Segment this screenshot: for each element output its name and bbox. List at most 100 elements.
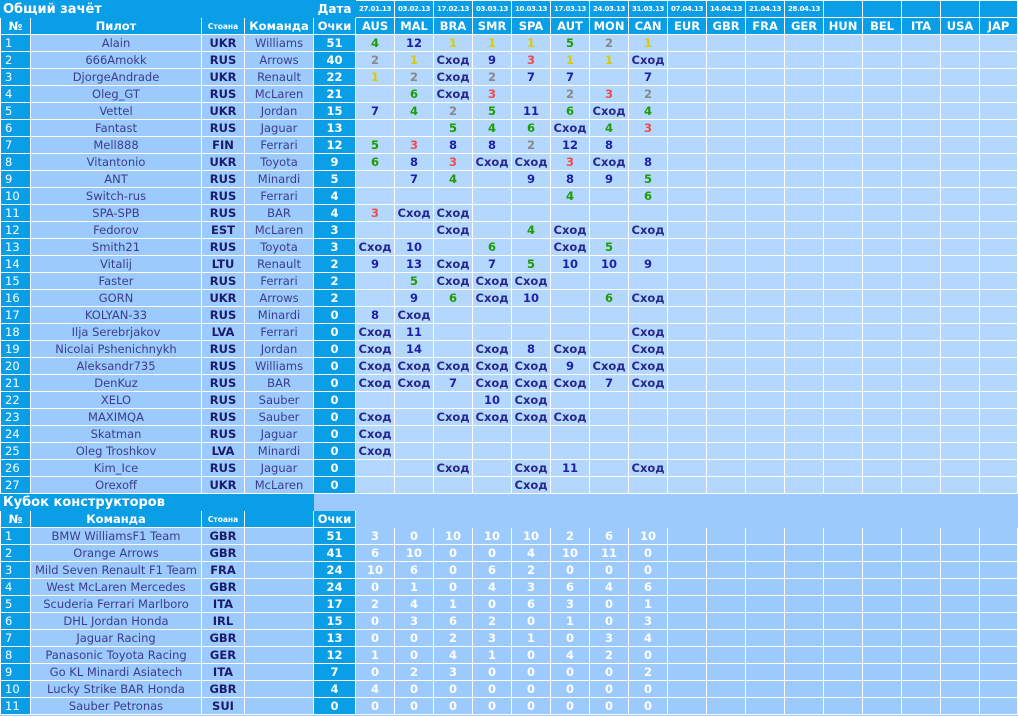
driver-name[interactable]: Faster <box>30 272 202 290</box>
race-header-eur[interactable]: EUR <box>667 17 708 35</box>
constructor-name[interactable]: Go KL Minardi Asiatech <box>30 663 202 681</box>
constructor-country: ITA <box>201 595 245 613</box>
driver-name[interactable]: GORN <box>30 289 202 307</box>
driver-name[interactable]: Mell888 <box>30 136 202 154</box>
race-result <box>394 221 435 239</box>
constructor-race-points: 0 <box>550 697 591 715</box>
constructor-race-points: 0 <box>628 561 669 579</box>
col-header-team[interactable]: Команда <box>243 17 315 35</box>
race-result <box>862 85 903 103</box>
driver-name[interactable]: Oleg_GT <box>30 85 202 103</box>
constructor-race-points: 0 <box>589 697 630 715</box>
constructor-name[interactable]: Sauber Petronas <box>30 697 202 715</box>
race-date <box>862 0 903 18</box>
driver-name[interactable]: Alain <box>30 34 202 52</box>
constructor-name[interactable]: Scuderia Ferrari Marlboro <box>30 595 202 613</box>
constructor-race-points: 6 <box>511 595 552 613</box>
driver-name[interactable]: Fantast <box>30 119 202 137</box>
race-header-can[interactable]: CAN <box>628 17 669 35</box>
driver-name[interactable]: Vettel <box>30 102 202 120</box>
driver-name[interactable]: XELO <box>30 391 202 409</box>
race-header-aus[interactable]: AUS <box>355 17 396 35</box>
race-result <box>472 425 513 443</box>
race-result <box>745 187 786 205</box>
race-header-spa[interactable]: SPA <box>511 17 552 35</box>
driver-team: McLaren <box>243 85 315 103</box>
driver-name[interactable]: Aleksandr735 <box>30 357 202 375</box>
constructor-race-points <box>784 697 825 715</box>
race-header-usa[interactable]: USA <box>940 17 981 35</box>
constructor-name[interactable]: Orange Arrows <box>30 544 202 562</box>
constructor-race-points: 4 <box>550 646 591 664</box>
driver-name[interactable]: SPA-SPB <box>30 204 202 222</box>
race-result <box>511 306 552 324</box>
driver-name[interactable]: KOLYAN-33 <box>30 306 202 324</box>
constructor-name[interactable]: BMW WilliamsF1 Team <box>30 527 202 545</box>
constructor-name[interactable]: Jaguar Racing <box>30 629 202 647</box>
race-result: 6 <box>511 119 552 137</box>
constructor-name[interactable]: Panasonic Toyota Racing <box>30 646 202 664</box>
overall-header-row: № Пилот Стоана Команда Очки AUS MAL BRA SMR SPA AU… <box>0 17 1018 35</box>
driver-name[interactable]: Oleg Troshkov <box>30 442 202 460</box>
constructor-race-points <box>940 578 981 596</box>
col-header-team[interactable]: Команда <box>30 510 202 528</box>
constructor-race-points <box>979 646 1018 664</box>
race-date: 10.03.13 <box>511 0 552 18</box>
race-header-jap[interactable]: JAP <box>979 17 1018 35</box>
race-result <box>706 204 747 222</box>
race-header-aut[interactable]: AUT <box>550 17 591 35</box>
driver-name[interactable]: DenKuz <box>30 374 202 392</box>
constructor-name[interactable]: DHL Jordan Honda <box>30 612 202 630</box>
race-header-mon[interactable]: MON <box>589 17 630 35</box>
driver-name[interactable]: Kim_Ice <box>30 459 202 477</box>
driver-name[interactable]: Fedorov <box>30 221 202 239</box>
driver-name[interactable]: Vitantonio <box>30 153 202 171</box>
driver-points: 2 <box>313 272 357 290</box>
race-header-bra[interactable]: BRA <box>433 17 474 35</box>
driver-name[interactable]: Switch-rus <box>30 187 202 205</box>
col-header-points[interactable]: Очки <box>313 510 357 528</box>
race-header-hun[interactable]: HUN <box>823 17 864 35</box>
race-header-ita[interactable]: ITA <box>901 17 942 35</box>
race-result <box>823 442 864 460</box>
constructor-name[interactable]: Mild Seven Renault F1 Team <box>30 561 202 579</box>
race-header-bel[interactable]: BEL <box>862 17 903 35</box>
driver-name[interactable]: Skatman <box>30 425 202 443</box>
driver-name[interactable]: Vitalij <box>30 255 202 273</box>
driver-name[interactable]: 666Amokk <box>30 51 202 69</box>
constructor-position: 6 <box>0 612 31 630</box>
race-result <box>589 391 630 409</box>
constructor-race-points <box>901 527 942 545</box>
race-header-smr[interactable]: SMR <box>472 17 513 35</box>
constructor-name[interactable]: Lucky Strike BAR Honda <box>30 680 202 698</box>
driver-row: 25 Oleg Troshkov LVA Minardi 0 Сход <box>0 442 1018 460</box>
race-header-mal[interactable]: MAL <box>394 17 435 35</box>
constructor-race-points <box>979 595 1018 613</box>
driver-name[interactable]: Orexoff <box>30 476 202 494</box>
driver-name[interactable]: Nicolai Pshenichnykh <box>30 340 202 358</box>
race-result <box>940 68 981 86</box>
race-result <box>784 289 825 307</box>
race-result <box>823 374 864 392</box>
constructor-race-points <box>940 680 981 698</box>
race-header-gbr[interactable]: GBR <box>706 17 747 35</box>
race-header-ger[interactable]: GER <box>784 17 825 35</box>
driver-name[interactable]: ANT <box>30 170 202 188</box>
race-result: Сход <box>511 459 552 477</box>
driver-name[interactable]: DjorgeAndrade <box>30 68 202 86</box>
race-result <box>472 204 513 222</box>
col-header-country[interactable]: Стоана <box>201 17 245 35</box>
driver-name[interactable]: Ilja Serebrjakov <box>30 323 202 341</box>
constructor-race-points: 10 <box>550 544 591 562</box>
race-result: 8 <box>433 136 474 154</box>
col-header-points[interactable]: Очки <box>313 17 357 35</box>
race-result <box>979 459 1018 477</box>
driver-team: Jordan <box>243 340 315 358</box>
race-result: 4 <box>550 187 591 205</box>
driver-name[interactable]: MAXIMQA <box>30 408 202 426</box>
col-header-pilot[interactable]: Пилот <box>30 17 202 35</box>
driver-name[interactable]: Smith21 <box>30 238 202 256</box>
constructor-name[interactable]: West McLaren Mercedes <box>30 578 202 596</box>
race-header-fra[interactable]: FRA <box>745 17 786 35</box>
col-header-country[interactable]: Стоана <box>201 510 245 528</box>
